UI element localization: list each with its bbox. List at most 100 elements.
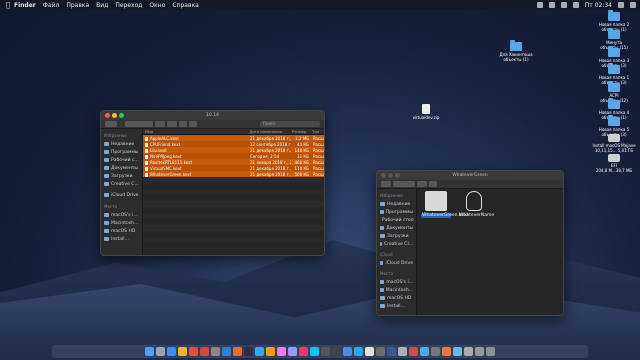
- sidebar-item-icloud-drive[interactable]: iCloud Drive: [101, 191, 142, 199]
- dock-app-icon[interactable]: [387, 347, 396, 356]
- view-mode-buttons[interactable]: [125, 121, 153, 127]
- sidebar-item-downloads[interactable]: Загрузки: [377, 232, 416, 240]
- column-date[interactable]: Дата изменения: [247, 129, 290, 134]
- desktop-folder-hackintosh[interactable]: Для Хакинтоша объекты (1): [494, 40, 538, 62]
- share-button[interactable]: [179, 121, 187, 127]
- tags-button[interactable]: [189, 121, 197, 127]
- table-row[interactable]: RealtekRTL8111.kext 21 января 2018 г., 21…: [143, 159, 324, 165]
- dock-illustrator-icon[interactable]: [266, 347, 275, 356]
- dock-app-icon[interactable]: [332, 347, 341, 356]
- action-gear-button[interactable]: [167, 121, 177, 127]
- dock-app-icon[interactable]: [442, 347, 451, 356]
- sidebar-item-recents[interactable]: Недавние: [101, 140, 142, 148]
- desktop-disk-efi[interactable]: EFI 204,8 М...38,7 МБ: [592, 154, 636, 173]
- dock-app-icon[interactable]: [343, 347, 352, 356]
- sidebar-item-creative-cloud[interactable]: Creative C...: [101, 180, 142, 188]
- dock-photoshop-icon[interactable]: [255, 347, 264, 356]
- sidebar-item-place-4[interactable]: Install...: [101, 235, 142, 243]
- menu-edit[interactable]: Правка: [66, 2, 89, 9]
- share-button[interactable]: [429, 181, 437, 187]
- view-mode-buttons[interactable]: [393, 181, 415, 187]
- dock-app-icon[interactable]: [233, 347, 242, 356]
- dock-app-icon[interactable]: [189, 347, 198, 356]
- column-kind[interactable]: Тип: [310, 129, 324, 134]
- dock-premiere-icon[interactable]: [277, 347, 286, 356]
- dock-app-icon[interactable]: [475, 347, 484, 356]
- dock-app-icon[interactable]: [398, 347, 407, 356]
- back-forward-button[interactable]: [381, 181, 391, 187]
- dock-app-icon[interactable]: [453, 347, 462, 356]
- sidebar-item-place-3[interactable]: macOS HD: [377, 294, 416, 302]
- column-size[interactable]: Размер: [290, 129, 310, 134]
- dock-safari-icon[interactable]: [167, 347, 176, 356]
- dock-after-effects-icon[interactable]: [288, 347, 297, 356]
- dock-finder-icon[interactable]: [145, 347, 154, 356]
- wifi-icon[interactable]: [536, 2, 543, 8]
- dock-launchpad-icon[interactable]: [156, 347, 165, 356]
- sidebar-item-place-1[interactable]: macOS's i...: [377, 278, 416, 286]
- table-row[interactable]: NoVPAJpeg.kext Сегодня, 2:54 31 КБ Расши...: [143, 153, 324, 159]
- sidebar-item-place-2[interactable]: Macintosh...: [377, 286, 416, 294]
- sidebar-item-place-4[interactable]: Install...: [377, 302, 416, 310]
- battery-icon[interactable]: [560, 2, 567, 8]
- notification-center-icon[interactable]: [630, 2, 636, 8]
- desktop-folder-minuta[interactable]: Минута объекты (15): [592, 28, 636, 50]
- apple-menu-icon[interactable]: : [6, 1, 14, 9]
- sidebar-item-documents[interactable]: Документы: [377, 224, 416, 232]
- dock-app-icon[interactable]: [431, 347, 440, 356]
- sidebar-item-place-1[interactable]: macOS's i...: [101, 211, 142, 219]
- table-row[interactable]: VirtualSMC.kext 21 декабря 2018 г., 18:08…: [143, 165, 324, 171]
- dock-app-icon[interactable]: [211, 347, 220, 356]
- dock-app-icon[interactable]: [310, 347, 319, 356]
- table-row[interactable]: Lilu.kext 21 декабря 2018 г., 16:09148 КБ…: [143, 147, 324, 153]
- keyboard-layout-icon[interactable]: [572, 2, 579, 8]
- volume-icon[interactable]: [548, 2, 555, 8]
- spotlight-icon[interactable]: [618, 2, 624, 8]
- desktop-file-virtualdev[interactable]: virtualdev.zip: [404, 104, 448, 120]
- desktop-disk-install-mojave[interactable]: Install macOS Mojave 10,11,15... 5,01 ГБ: [592, 134, 636, 153]
- table-row[interactable]: WhateverGreen.kext 21 декабря 2018 г., 16…: [143, 171, 324, 177]
- table-row[interactable]: AppleALC.kext 21 декабря 2018 г., 16:06 1,…: [143, 135, 324, 141]
- sidebar-item-applications[interactable]: Программы: [377, 208, 416, 216]
- table-row[interactable]: CPUFriend.kext 12 сентября 2018 г., 16:06…: [143, 141, 324, 147]
- sidebar-item-creative-cloud[interactable]: Creative Cl...: [377, 240, 416, 248]
- window-titlebar[interactable]: WhateverGreen: [377, 171, 563, 180]
- action-gear-button[interactable]: [417, 181, 427, 187]
- sidebar-item-downloads[interactable]: Загрузки: [101, 172, 142, 180]
- sidebar-item-desktop[interactable]: Рабочий стол: [377, 216, 416, 224]
- menu-file[interactable]: Файл: [43, 2, 60, 9]
- dock-app-icon[interactable]: [200, 347, 209, 356]
- menu-window[interactable]: Окно: [149, 2, 165, 9]
- dock-app-icon[interactable]: [464, 347, 473, 356]
- window-titlebar[interactable]: 10.14: [101, 111, 324, 120]
- group-button[interactable]: [155, 121, 165, 127]
- dock-app-icon[interactable]: [222, 347, 231, 356]
- back-forward-button[interactable]: [105, 121, 117, 127]
- sidebar-item-documents[interactable]: Документы: [101, 164, 142, 172]
- desktop-folder-new-2[interactable]: Новая папка 2 объекты (1): [592, 10, 636, 32]
- dock-app-icon[interactable]: [420, 347, 429, 356]
- sidebar-item-recents[interactable]: Недавние: [377, 200, 416, 208]
- menu-finder[interactable]: Finder: [14, 2, 36, 9]
- desktop-folder-new-1[interactable]: Новая папка 1 объекты (3): [592, 63, 636, 85]
- menu-help[interactable]: Справка: [172, 2, 198, 9]
- sidebar-item-icloud-drive[interactable]: iCloud Drive: [377, 259, 416, 267]
- sidebar-item-applications[interactable]: Программы: [101, 148, 142, 156]
- menubar-clock[interactable]: Пт 02:34: [585, 2, 612, 9]
- dock-trash-icon[interactable]: [486, 347, 495, 356]
- sidebar-item-place-3[interactable]: macOS HD: [101, 227, 142, 235]
- dock-app-icon[interactable]: [299, 347, 308, 356]
- sidebar-item-place-2[interactable]: Macintosh...: [101, 219, 142, 227]
- dock-app-icon[interactable]: [244, 347, 253, 356]
- dock-app-icon[interactable]: [321, 347, 330, 356]
- menu-view[interactable]: Вид: [96, 2, 108, 9]
- item-whatevername[interactable]: WhateverName: [459, 191, 494, 218]
- sidebar-item-desktop[interactable]: Рабочий с...: [101, 156, 142, 164]
- search-input[interactable]: Поиск: [260, 121, 320, 127]
- menu-go[interactable]: Переход: [115, 2, 142, 9]
- dock-chrome-icon[interactable]: [178, 347, 187, 356]
- dock-app-icon[interactable]: [365, 347, 374, 356]
- item-whatevergreen-kext[interactable]: WhateverGreen.kext: [421, 191, 469, 218]
- dock-app-icon[interactable]: [376, 347, 385, 356]
- column-name[interactable]: Имя: [143, 129, 247, 134]
